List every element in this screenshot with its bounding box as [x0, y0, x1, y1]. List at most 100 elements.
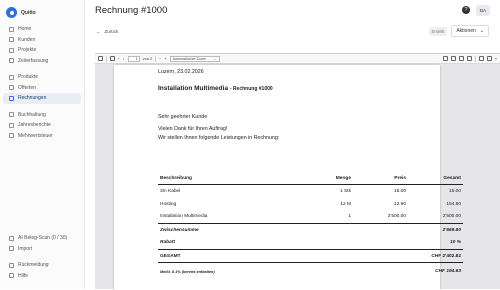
pdf-page: Luzern, 23.02.2026 Installation Multimed…: [114, 65, 463, 290]
sidebar-item-produkte[interactable]: Produkte: [3, 72, 81, 83]
zoom-in-icon[interactable]: +: [164, 56, 166, 61]
arrow-down-icon[interactable]: ↓: [123, 56, 125, 61]
invoice-document: Luzern, 23.02.2026 Installation Multimed…: [158, 69, 468, 274]
vat-value: CHF 194.63: [435, 269, 461, 275]
sidebar-item-label: Mehrwertsteuer: [18, 132, 53, 139]
col-description: Beschreibung: [158, 174, 303, 185]
sidebar-item-label: Home: [18, 26, 32, 33]
arrow-left-icon: ←: [96, 28, 101, 34]
sidebar-item-feedback[interactable]: Rückmeldung: [3, 260, 81, 271]
sidebar-item-label: Zeiterfassung: [18, 57, 49, 64]
document-icon: [9, 85, 14, 91]
back-button[interactable]: ← Zurück: [96, 29, 118, 34]
table-header-row: Beschreibung Menge Preis Gesamt: [158, 174, 463, 185]
message-icon: [9, 262, 14, 268]
image-icon[interactable]: [467, 56, 473, 61]
ledger-icon: [9, 112, 14, 118]
logo-icon: [6, 7, 17, 18]
sidebar-item-zeiterfassung[interactable]: Zeiterfassung: [3, 56, 81, 67]
zoom-out-icon[interactable]: −: [159, 56, 161, 61]
folder-icon: [9, 47, 14, 53]
row-quantity: 1: [348, 214, 351, 220]
invoice-icon: [9, 95, 14, 101]
page-total: von 2: [142, 56, 153, 61]
row-description: 3m Kabel: [160, 188, 181, 194]
row-price: 15.00: [393, 188, 406, 194]
box-icon: [9, 74, 14, 80]
sidebar-item-label: Jahresberichte: [18, 122, 51, 129]
sidebar-item-ai-scan[interactable]: AI Beleg-Scan (0 / 30): [3, 233, 81, 244]
sidebar-item-label: Produkte: [18, 74, 39, 81]
search-icon[interactable]: [109, 56, 115, 61]
discount-row: Rabatt 10 %: [158, 237, 463, 250]
actions-dropdown[interactable]: Aktionen ⌄: [451, 25, 489, 37]
row-description: Hosting: [160, 201, 177, 207]
row-quantity: 1 Stk: [340, 188, 351, 194]
invoice-subtitle: - Rechnung #1000: [229, 86, 273, 92]
vat-label: MwSt. 8.1% (bereits enthalten): [160, 269, 215, 274]
highlight-icon[interactable]: [443, 56, 449, 61]
sparkle-icon: [9, 235, 14, 241]
help-icon[interactable]: ?: [462, 6, 470, 14]
greeting: Sehr geehrter Kunde: [158, 114, 208, 120]
table-row: Hosting 12 M 12.90 154.80: [158, 198, 463, 211]
subbar-right: Erstellt Aktionen ⌄: [428, 25, 489, 37]
report-icon: [9, 122, 14, 128]
text-icon[interactable]: [451, 56, 457, 61]
sidebar-item-projekte[interactable]: Projekte: [3, 45, 81, 56]
sidebar-item-rechnungen[interactable]: Rechnungen: [3, 93, 81, 104]
subtotal-label: Zwischensumme: [158, 223, 408, 237]
row-total: 154.80: [446, 201, 461, 207]
arrow-up-icon[interactable]: ↑: [118, 56, 120, 61]
subtotal-row: Zwischensumme 2'669.80: [158, 223, 463, 237]
table-row: 3m Kabel 1 Stk 15.00 15.00: [158, 185, 463, 198]
sidebar-bottom: AI Beleg-Scan (0 / 30) Import Rückmeldun…: [0, 233, 84, 281]
download-icon[interactable]: [486, 56, 492, 61]
nav-finance: Buchhaltung Jahresberichte Mehrwertsteue…: [0, 110, 84, 142]
sidebar-item-buchhaltung[interactable]: Buchhaltung: [3, 110, 81, 121]
nav-main: Home Kunden Projekte Zeiterfassung: [0, 24, 84, 66]
chevron-down-icon: ⌄: [213, 56, 217, 61]
clock-icon: [9, 58, 14, 64]
sidebar: Quitto Home Kunden Projekte Zeiterfassun…: [0, 0, 85, 289]
toolbar-right: »: [443, 55, 497, 62]
table-row: Installation Multimedia 1 2'500.00 2'500…: [158, 211, 463, 224]
sidebar-item-label: Hilfe: [18, 272, 29, 279]
avatar[interactable]: BA: [476, 4, 490, 16]
vat-row: MwSt. 8.1% (bereits enthalten) CHF 194.6…: [158, 263, 463, 281]
percent-icon: [9, 133, 14, 139]
print-icon[interactable]: [478, 56, 484, 61]
sidebar-item-help[interactable]: Hilfe: [3, 271, 81, 282]
back-label: Zurück: [104, 28, 119, 34]
invoice-date: Luzern, 23.02.2026: [158, 69, 204, 75]
sidebar-item-jahresberichte[interactable]: Jahresberichte: [3, 120, 81, 131]
sidebar-toggle-icon[interactable]: [98, 56, 103, 61]
total-value: CHF 2'402.82: [408, 249, 463, 263]
home-icon: [9, 26, 14, 32]
subtotal-value: 2'669.80: [408, 223, 463, 237]
sidebar-item-offerten[interactable]: Offerten: [3, 83, 81, 94]
row-price: 2'500.00: [387, 214, 406, 220]
total-label: GESAMT: [158, 249, 408, 263]
sidebar-item-label: Projekte: [18, 47, 37, 54]
brand[interactable]: Quitto: [0, 4, 84, 24]
discount-label: Rabatt: [160, 240, 175, 246]
upload-icon: [9, 246, 14, 252]
sidebar-item-label: AI Beleg-Scan (0 / 30): [18, 235, 68, 242]
sidebar-item-kunden[interactable]: Kunden: [3, 35, 81, 46]
app-name: Quitto: [21, 9, 36, 16]
row-price: 12.90: [393, 201, 406, 207]
sidebar-item-home[interactable]: Home: [3, 24, 81, 35]
sidebar-item-label: Rechnungen: [18, 95, 47, 102]
status-badge: Erstellt: [428, 26, 448, 36]
users-icon: [9, 37, 14, 43]
header-right: ? BA: [462, 4, 490, 16]
more-tools-icon[interactable]: »: [495, 56, 497, 61]
sidebar-item-import[interactable]: Import: [3, 244, 81, 255]
sidebar-item-mehrwertsteuer[interactable]: Mehrwertsteuer: [3, 131, 81, 142]
draw-icon[interactable]: [459, 56, 465, 61]
zoom-select[interactable]: Automatischer Zoom ⌄: [169, 55, 220, 62]
page-number-input[interactable]: 1: [127, 55, 140, 62]
pdf-viewer: ↑ ↓ 1 von 2 − + Automatischer Zoom ⌄ » Lu…: [95, 53, 500, 290]
nav-sales: Produkte Offerten Rechnungen: [0, 72, 84, 104]
